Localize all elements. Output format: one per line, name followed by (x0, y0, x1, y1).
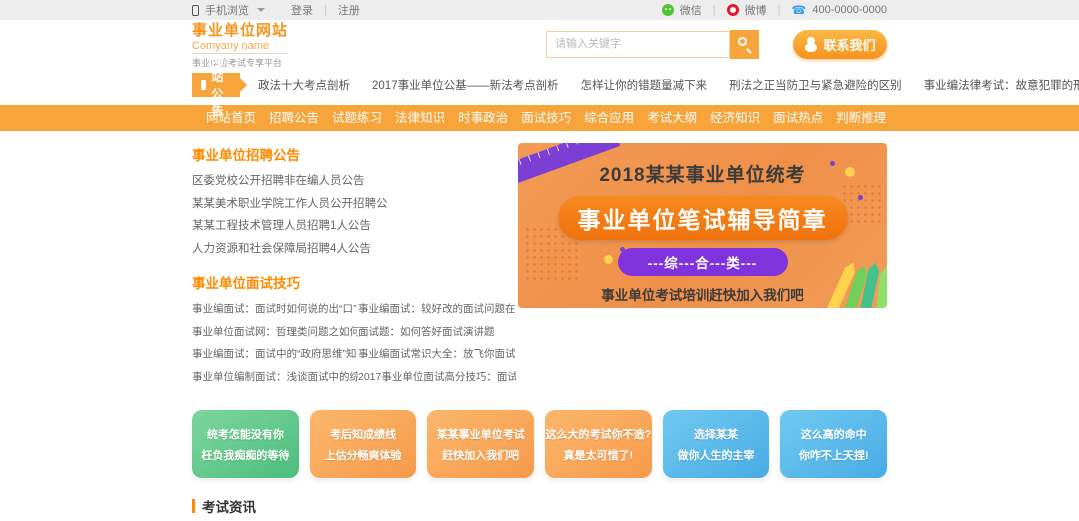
nav-item-politics[interactable]: 时事政治 (458, 105, 508, 131)
banner-caption: 事业单位考试培训赶快加入我们吧 (518, 284, 887, 304)
search-button[interactable] (730, 30, 759, 59)
telephone-icon: ☎ (791, 4, 806, 16)
qq-penguin-icon (804, 37, 817, 52)
contact-us-button[interactable]: 联系我们 (793, 30, 887, 59)
announcement-label: 网站公告 (192, 73, 240, 97)
promo-card[interactable]: 某某事业单位考试 赶快加入我们吧 (427, 410, 534, 478)
banner-title: 事业单位笔试辅导简章 (558, 196, 848, 240)
promo-card[interactable]: 统考怎能没有你 枉负我痴痴的等待 (192, 410, 299, 478)
search-input[interactable] (546, 31, 730, 58)
login-link[interactable]: 登录 (291, 2, 313, 18)
promo-card[interactable]: 这么高的命中 你咋不上天捏! (780, 410, 887, 478)
announcement-link[interactable]: 怎样让你的错题量减下来 (581, 77, 708, 93)
register-link[interactable]: 注册 (338, 2, 360, 18)
interview-link[interactable]: 事业编面试常识大全：放飞你面试思路 (358, 343, 516, 366)
interview-link[interactable]: 事业单位面试网：哲理类问题之如何答 (192, 321, 358, 344)
promo-card[interactable]: 选择某某 做你人生的主宰 (663, 410, 770, 478)
interview-link[interactable]: 事业编面试：面试中的“政府思维”知 (192, 343, 358, 366)
promo-cards-row: 统考怎能没有你 枉负我痴痴的等待 考后知成绩线 上估分畅爽体验 某某事业单位考试… (192, 410, 887, 478)
promo-card[interactable]: 这么大的考试你不造? 真是太可惜了! (545, 410, 652, 478)
banner-category-pill: ---综---合---类--- (618, 248, 788, 276)
promo-card-line: 统考怎能没有你 (192, 426, 299, 442)
main-navigation: 网站首页 招聘公告 试题练习 法律知识 时事政治 面试技巧 综合应用 考试大纲 … (0, 105, 1079, 131)
interview-section-title: 事业单位面试技巧 (192, 272, 516, 292)
recruit-link[interactable]: 某某美术职业学院工作人员公开招聘公 (192, 193, 516, 216)
promo-card-line: 枉负我痴痴的等待 (192, 447, 299, 463)
promo-card-line: 做你人生的主宰 (663, 447, 770, 463)
recruit-link[interactable]: 某某工程技术管理人员招聘1人公告 (192, 215, 516, 238)
decor-dot (604, 255, 613, 264)
topbar-left: 手机浏览 登录 | 注册 (192, 2, 360, 18)
mobile-browse-link[interactable]: 手机浏览 (205, 2, 249, 18)
hotline-number: 400-0000-0000 (812, 4, 887, 16)
weibo-icon (727, 4, 739, 16)
contact-us-label: 联系我们 (823, 35, 875, 54)
recruit-link[interactable]: 人力资源和社会保障局招聘4人公告 (192, 238, 516, 261)
promo-card-line: 某某事业单位考试 (427, 426, 534, 442)
recruit-section-title: 事业单位招聘公告 (192, 144, 516, 164)
left-column: 事业单位招聘公告 区委党校公开招聘非在编人员公告 某某美术职业学院工作人员公开招… (192, 141, 518, 388)
weibo-link[interactable]: 微博 (745, 2, 767, 18)
section-accent-bar (192, 499, 195, 513)
site-tagline: 事业单位考试专享平台 (192, 56, 288, 69)
promo-card-line: 真是太可惜了! (545, 447, 652, 463)
interview-link[interactable]: 2017事业单位面试高分技巧：面试 (358, 366, 516, 389)
nav-item-interview[interactable]: 面试技巧 (521, 105, 571, 131)
hero-banner[interactable]: 2018某某事业单位统考 事业单位笔试辅导简章 ---综---合---类--- … (518, 143, 887, 308)
search-icon (738, 37, 747, 46)
promo-card[interactable]: 考后知成绩线 上估分畅爽体验 (310, 410, 417, 478)
announcement-link[interactable]: 事业编法律考试：故意犯罪的形态 (924, 77, 1079, 93)
decor-dot (858, 195, 863, 200)
announcement-link[interactable]: 2017事业单位公基——新法考点剖析 (372, 77, 559, 93)
book-icon (201, 80, 206, 90)
nav-item-economics[interactable]: 经济知识 (710, 105, 760, 131)
company-name: Comyany name (192, 40, 288, 54)
promo-card-line: 这么高的命中 (780, 426, 887, 442)
separator: | (708, 4, 721, 16)
promo-card-line: 你咋不上天捏! (780, 447, 887, 463)
promo-card-line: 上估分畅爽体验 (310, 447, 417, 463)
nav-item-syllabus[interactable]: 考试大纲 (647, 105, 697, 131)
recruit-link[interactable]: 区委党校公开招聘非在编人员公告 (192, 170, 516, 193)
promo-card-line: 考后知成绩线 (310, 426, 417, 442)
nav-item-reasoning[interactable]: 判断推理 (836, 105, 886, 131)
site-logo[interactable]: 事业单位网站 Comyany name 事业单位考试专享平台 (192, 19, 288, 69)
interview-link[interactable]: 面试题：如何答好面试演讲题 (358, 321, 516, 344)
mobile-phone-icon (192, 5, 199, 16)
nav-item-recruit[interactable]: 招聘公告 (269, 105, 319, 131)
nav-item-comprehensive[interactable]: 综合应用 (584, 105, 634, 131)
news-section-header: 考试资讯 (192, 496, 887, 516)
news-section-title: 考试资讯 (202, 496, 256, 516)
interview-link[interactable]: 事业编面试：较好改的面试问题在这里 (358, 298, 516, 321)
nav-item-law[interactable]: 法律知识 (395, 105, 445, 131)
interview-link[interactable]: 事业单位编制面试：浅谈面试中的综合 (192, 366, 358, 389)
site-title: 事业单位网站 (192, 19, 288, 40)
chevron-down-icon (257, 8, 265, 12)
interview-link[interactable]: 事业编面试：面试时如何说的出“口” (192, 298, 358, 321)
announcement-bar: 网站公告 政法十大考点剖析 2017事业单位公基——新法考点剖析 怎样让你的错题… (192, 73, 887, 97)
topbar-right: 微信 | 微博 | ☎ 400-0000-0000 (662, 2, 887, 18)
wechat-link[interactable]: 微信 (680, 2, 702, 18)
promo-card-line: 这么大的考试你不造? (545, 426, 652, 442)
banner-subtitle: 2018某某事业单位统考 (518, 160, 887, 187)
wechat-icon (662, 4, 674, 16)
nav-item-hotspot[interactable]: 面试热点 (773, 105, 823, 131)
separator: | (773, 4, 786, 16)
top-utility-bar: 手机浏览 登录 | 注册 微信 | 微博 | ☎ 400-0000-0000 (0, 0, 1079, 20)
site-header: 事业单位网站 Comyany name 事业单位考试专享平台 联系我们 (192, 20, 887, 68)
nav-item-practice[interactable]: 试题练习 (332, 105, 382, 131)
promo-card-line: 选择某某 (663, 426, 770, 442)
search-bar (546, 30, 759, 59)
separator: | (319, 4, 332, 16)
announcement-label-text: 网站公告 (211, 51, 231, 119)
announcement-link[interactable]: 政法十大考点剖析 (258, 77, 350, 93)
announcement-link[interactable]: 刑法之正当防卫与紧急避险的区别 (729, 77, 902, 93)
promo-card-line: 赶快加入我们吧 (427, 447, 534, 463)
